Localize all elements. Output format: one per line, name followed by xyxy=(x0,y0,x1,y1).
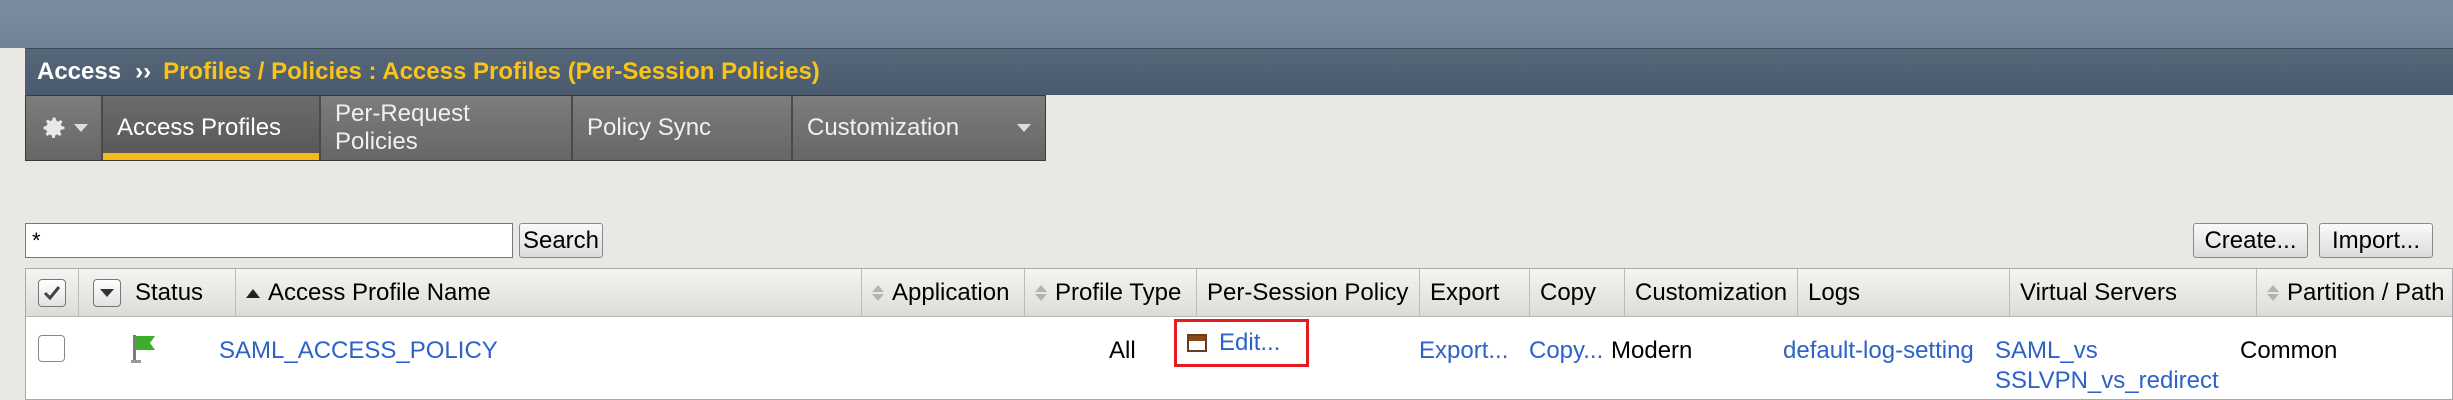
tab-per-request-policies[interactable]: Per-Request Policies xyxy=(321,96,573,160)
partition-cell: Common xyxy=(2240,337,2338,364)
export-link[interactable]: Export... xyxy=(1419,337,1508,365)
column-application[interactable]: Application xyxy=(862,269,1025,317)
column-label: Access Profile Name xyxy=(268,279,491,306)
column-label: Customization xyxy=(1635,279,1788,306)
column-access-profile-name[interactable]: Access Profile Name xyxy=(236,269,862,317)
column-virtual-servers: Virtual Servers xyxy=(2010,269,2257,317)
import-button[interactable]: Import... xyxy=(2319,223,2433,258)
gear-menu-button[interactable] xyxy=(26,96,103,160)
per-session-policy-edit-highlight: Edit... xyxy=(1174,319,1309,367)
column-label: Export xyxy=(1430,279,1500,306)
column-export: Export xyxy=(1420,269,1530,317)
tab-customization[interactable]: Customization xyxy=(793,96,1045,160)
column-logs: Logs xyxy=(1798,269,2010,317)
search-button[interactable]: Search xyxy=(519,223,603,258)
access-profile-name-link[interactable]: SAML_ACCESS_POLICY xyxy=(219,337,498,365)
select-all-header xyxy=(26,269,79,317)
virtual-server-link[interactable]: SAML_vs xyxy=(1995,337,2098,365)
breadcrumb-separator: ›› xyxy=(135,58,152,85)
chevron-down-icon xyxy=(100,289,114,297)
window-icon xyxy=(1184,334,1207,357)
sort-icon xyxy=(2267,285,2279,301)
tab-label: Access Profiles xyxy=(117,114,282,141)
column-copy: Copy xyxy=(1530,269,1625,317)
breadcrumb-current: Profiles / Policies : Access Profiles (P… xyxy=(163,58,820,85)
profile-type-cell: All xyxy=(1109,337,1136,364)
column-label: Copy xyxy=(1540,279,1597,306)
column-status: Status xyxy=(79,269,236,317)
copy-link[interactable]: Copy... xyxy=(1529,337,1603,365)
column-partition-path[interactable]: Partition / Path xyxy=(2257,269,2453,317)
edit-policy-link[interactable]: Edit... xyxy=(1219,329,1280,357)
breadcrumb: Access ›› Profiles / Policies : Access P… xyxy=(25,48,2453,95)
table-header: Status Access Profile Name Application P… xyxy=(26,269,2452,317)
column-label: Partition / Path xyxy=(2287,279,2445,306)
tab-label: Per-Request Policies xyxy=(335,100,470,155)
column-customization: Customization xyxy=(1625,269,1798,317)
tab-bar: Access Profiles Per-Request Policies Pol… xyxy=(25,95,1046,161)
tab-access-profiles[interactable]: Access Profiles xyxy=(103,96,321,160)
gear-icon xyxy=(43,117,64,139)
chevron-down-icon xyxy=(73,124,88,132)
tab-policy-sync[interactable]: Policy Sync xyxy=(573,96,793,160)
search-input[interactable] xyxy=(25,223,513,258)
status-filter-menu[interactable] xyxy=(93,279,121,307)
column-label: Status xyxy=(135,279,204,306)
select-all-checkbox[interactable] xyxy=(38,279,66,307)
column-label: Virtual Servers xyxy=(2020,279,2177,306)
sort-icon xyxy=(872,285,884,301)
column-label: Per-Session Policy xyxy=(1207,279,1409,306)
sort-icon xyxy=(1035,285,1047,301)
checkmark-icon xyxy=(43,286,61,301)
customization-cell: Modern xyxy=(1611,337,1693,364)
chevron-down-icon xyxy=(1017,124,1031,132)
row-checkbox[interactable] xyxy=(38,335,65,362)
sort-ascending-icon xyxy=(246,288,260,298)
column-label: Logs xyxy=(1808,279,1861,306)
tab-label: Policy Sync xyxy=(587,114,712,141)
column-per-session-policy: Per-Session Policy xyxy=(1197,269,1420,317)
column-label: Application xyxy=(892,279,1010,306)
tab-label: Customization xyxy=(807,114,960,141)
column-label: Profile Type xyxy=(1055,279,1182,306)
virtual-server-link[interactable]: SSLVPN_vs_redirect xyxy=(1995,367,2219,395)
create-button[interactable]: Create... xyxy=(2193,223,2308,258)
breadcrumb-root[interactable]: Access xyxy=(37,58,121,86)
logs-link[interactable]: default-log-setting xyxy=(1783,337,1974,365)
top-banner xyxy=(0,0,2453,48)
column-profile-type[interactable]: Profile Type xyxy=(1025,269,1197,317)
green-flag-icon xyxy=(131,335,155,363)
